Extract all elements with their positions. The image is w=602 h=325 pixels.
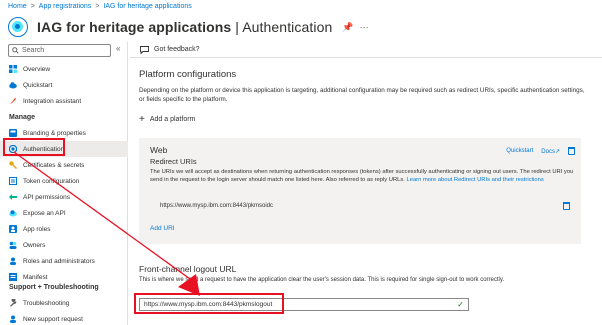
breadcrumb: Home > App registrations > IAG for herit… [8,3,192,10]
feedback-icon [140,45,149,54]
add-platform-button[interactable]: + Add a platform [139,114,195,125]
sidebar-item-overview[interactable]: Overview [0,61,128,77]
learn-more-link[interactable]: Learn more about Redirect URIs and their… [407,177,544,183]
sidebar-item-token-configuration[interactable]: Token configuration [0,173,128,189]
docs-link[interactable]: Docs↗ [541,148,560,155]
command-bar: Got feedback? [130,42,602,58]
external-link-icon: ↗ [554,148,560,155]
sidebar-item-new-support-request[interactable]: New support request [0,311,128,325]
search-input[interactable]: Search [8,44,111,57]
platform-description: Depending on the platform or device this… [139,87,585,103]
admin-icon [10,257,16,265]
docs-label: Docs [541,148,555,155]
cloud-icon [9,82,17,89]
sidebar-item-troubleshooting[interactable]: Troubleshooting [0,295,128,311]
sidebar-item-label: Roles and administrators [23,257,95,265]
sidebar-item-label: New support request [23,315,83,323]
sidebar-item-label: Expose an API [23,209,66,217]
token-icon [9,177,17,185]
sidebar-item-roles-admins[interactable]: Roles and administrators [0,253,128,269]
add-uri-link[interactable]: Add URI [150,225,175,232]
manifest-icon [9,273,17,281]
wrench-icon [10,299,17,307]
collapse-sidebar-icon[interactable]: « [116,44,120,53]
title-row: IAG for heritage applications | Authenti… [8,14,369,40]
sidebar-item-label: Integration assistant [23,97,82,105]
redirect-uris-heading: Redirect URIs [150,157,197,166]
sidebar-item-label: Token configuration [23,177,80,185]
sidebar-item-app-roles[interactable]: App roles [0,221,128,237]
person-icon [10,315,16,323]
front-channel-logout-heading: Front-channel logout URL [139,264,237,274]
search-placeholder: Search [22,47,45,54]
delete-platform-icon[interactable] [568,147,575,155]
sidebar-item-label: Overview [23,65,51,73]
sidebar-item-expose-api[interactable]: Expose an API [0,205,128,221]
delete-uri-icon[interactable] [563,202,570,210]
rocket-icon [10,98,16,104]
sidebar-item-api-permissions[interactable]: API permissions [0,189,128,205]
sidebar: Search « Overview Quickstart Integration… [0,42,128,325]
sidebar-item-label: Owners [23,241,46,249]
key-icon [9,161,17,169]
sidebar-section-manage: Manage [9,114,36,121]
page-title-separator: | [231,19,243,35]
breadcrumb-app-registrations[interactable]: App registrations [39,3,92,10]
app-logo-icon [8,17,28,37]
sidebar-item-label: Troubleshooting [23,299,70,307]
sidebar-item-label: Certificates & secrets [23,161,85,169]
pin-icon[interactable]: 📌 [342,22,353,33]
page-title: IAG for heritage applications | Authenti… [37,19,332,35]
sidebar-item-label: Branding & properties [23,129,86,137]
page-title-section: Authentication [242,19,333,35]
sidebar-item-label: API permissions [23,193,70,201]
roles-icon [9,225,17,233]
redirect-uri-value[interactable]: https://www.mysp.ibm.com:8443/pkmsoidc [160,203,273,209]
redirect-uri-row: https://www.mysp.ibm.com:8443/pkmsoidc [150,202,570,210]
breadcrumb-separator: > [95,3,100,10]
front-channel-description: This is where we send a request to have … [139,277,505,283]
web-platform-card: Web Redirect URIs Quickstart Docs↗ The U… [139,138,581,244]
web-card-actions: Quickstart Docs↗ [506,147,575,155]
sidebar-section-support: Support + Troubleshooting [9,284,99,291]
breadcrumb-separator: > [30,3,35,10]
check-icon: ✓ [457,300,464,309]
main-content: Got feedback? Platform configurations De… [130,42,602,325]
sidebar-item-certificates[interactable]: Certificates & secrets [0,157,128,173]
sidebar-item-owners[interactable]: Owners [0,237,128,253]
owners-icon [9,241,17,249]
more-icon[interactable]: ··· [360,22,369,32]
palette-icon [9,129,17,137]
search-icon [12,47,19,54]
cloud-api-icon [9,210,17,217]
permissions-icon [9,194,17,200]
sidebar-item-label: App roles [23,225,51,233]
add-platform-label: Add a platform [149,116,196,123]
grid-icon [9,65,17,73]
redirect-uris-description: The URIs we will accept as destinations … [150,169,575,184]
highlight-authentication-box [3,138,65,156]
sidebar-item-label: Manifest [23,273,48,281]
feedback-button[interactable]: Got feedback? [154,46,200,53]
plus-icon: + [139,114,145,125]
breadcrumb-home[interactable]: Home [8,3,27,10]
page-title-app: IAG for heritage applications [37,19,232,35]
sidebar-item-quickstart[interactable]: Quickstart [0,77,128,93]
breadcrumb-app[interactable]: IAG for heritage applications [103,3,191,10]
sidebar-item-integration-assistant[interactable]: Integration assistant [0,93,128,109]
sidebar-item-label: Quickstart [23,81,53,89]
highlight-logout-url-box [134,293,284,314]
quickstart-link[interactable]: Quickstart [506,148,533,154]
sidebar-item-manifest[interactable]: Manifest [0,269,128,285]
web-card-title: Web [150,145,168,155]
platform-configurations-heading: Platform configurations [139,69,237,80]
